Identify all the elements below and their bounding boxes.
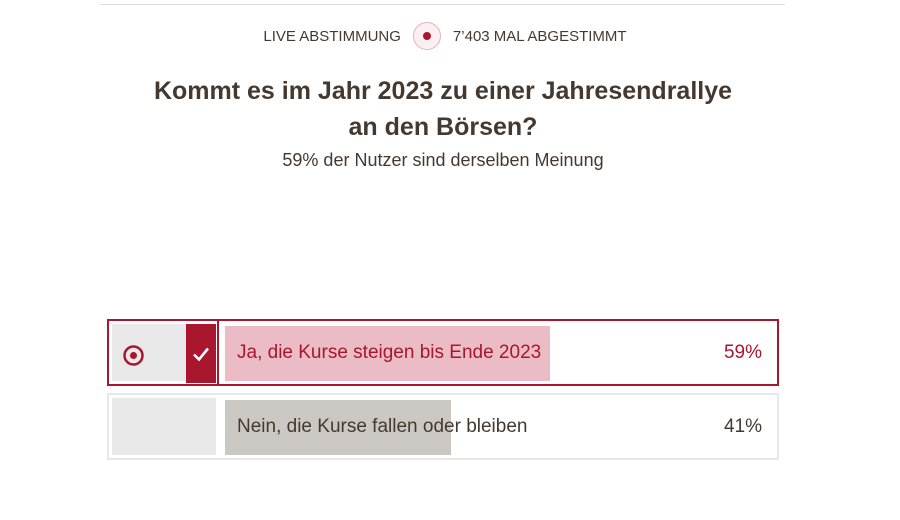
live-label: LIVE ABSTIMMUNG: [263, 27, 401, 45]
option-percent: 41%: [723, 416, 762, 437]
question-line-2: an den Börsen?: [348, 113, 538, 141]
option-label: Nein, die Kurse fallen oder bleiben: [237, 416, 528, 437]
agreement-text: 59% der Nutzer sind derselben Meinung: [282, 150, 604, 170]
poll-status-line: LIVE ABSTIMMUNG 7’403 MAL ABGESTIMMT: [0, 22, 890, 50]
poll-option-no[interactable]: Nein, die Kurse fallen oder bleiben 41%: [107, 393, 779, 460]
question-line-1: Kommt es im Jahr 2023 zu einer Jahresend…: [153, 77, 733, 105]
top-divider: [100, 4, 785, 5]
target-icon: [123, 345, 144, 366]
live-indicator-icon: [412, 22, 441, 50]
option-icon-panel: [112, 324, 216, 383]
poll-option-yes[interactable]: Ja, die Kurse steigen bis Ende 2023 59%: [107, 319, 779, 386]
vote-count: 7’403 MAL ABGESTIMMT: [452, 27, 627, 45]
option-divider: [217, 321, 219, 384]
option-icon-panel: [112, 398, 216, 455]
check-icon: [186, 324, 216, 383]
option-label: Ja, die Kurse steigen bis Ende 2023: [237, 342, 542, 363]
poll-question: Kommt es im Jahr 2023 zu einer Jahresend…: [0, 73, 886, 145]
option-percent: 59%: [723, 342, 762, 363]
